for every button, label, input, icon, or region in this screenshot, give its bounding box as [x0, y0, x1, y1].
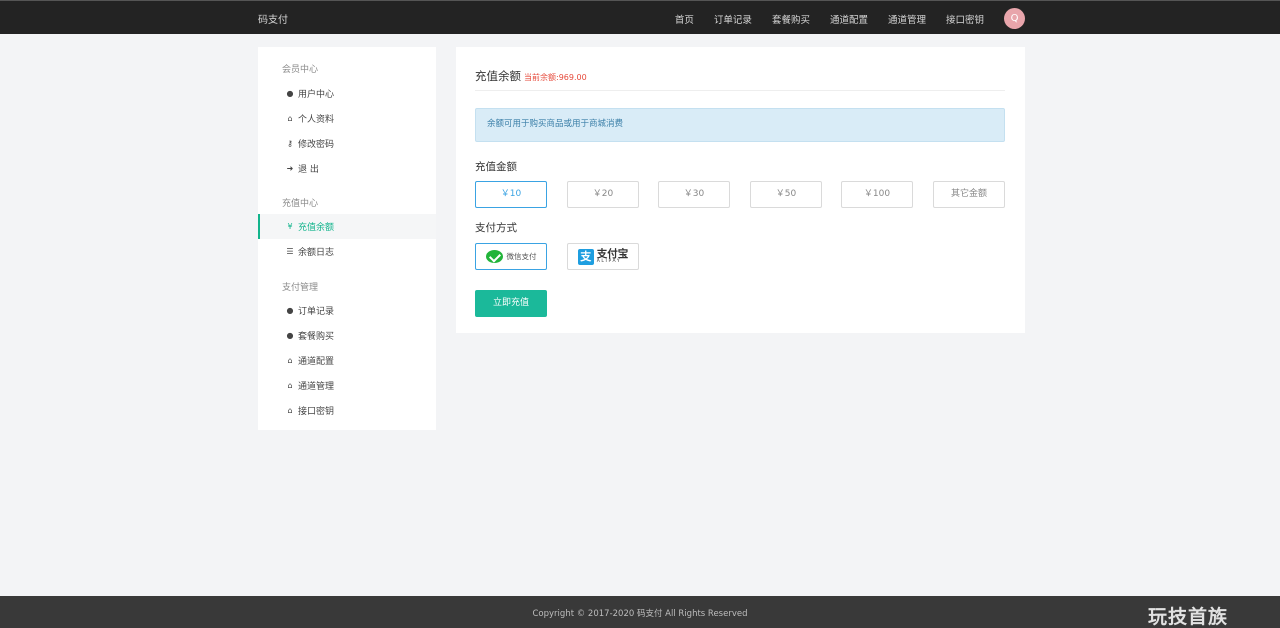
page-title-text: 充值余额	[475, 69, 521, 83]
sidebar-group-title: 充值中心	[282, 199, 319, 209]
sidebar-item-packages[interactable]: ● 套餐购买	[258, 323, 436, 348]
nav-channel-config[interactable]: 通道配置	[830, 12, 868, 26]
sidebar-item-logout[interactable]: ➜ 退 出	[258, 156, 436, 181]
nav-channel-manage[interactable]: 通道管理	[888, 12, 926, 26]
sidebar-item-label: 接口密钥	[298, 407, 335, 417]
amount-option-30[interactable]: ￥30	[658, 181, 730, 208]
divider	[475, 90, 1005, 91]
sidebar-item-profile[interactable]: ⌂ 个人资料	[258, 106, 436, 131]
sidebar-item-label: 通道配置	[298, 357, 335, 367]
sidebar-item-recharge[interactable]: ¥ 充值余额	[258, 214, 436, 239]
alipay-icon: 支	[577, 248, 594, 265]
sidebar-item-change-password[interactable]: ⚷ 修改密码	[258, 131, 436, 156]
sidebar-item-label: 用户中心	[298, 90, 335, 100]
pay-method-wechat[interactable]: 微信支付	[475, 243, 547, 270]
info-alert: 余额可用于购买商品或用于商城消费	[475, 108, 1005, 142]
top-navbar: 码支付 首页 订单记录 套餐购买 通道配置 通道管理 接口密钥 Q	[0, 0, 1280, 34]
nav-packages[interactable]: 套餐购买	[772, 12, 810, 26]
recharge-panel: 充值余额 当前余额:969.00 余额可用于购买商品或用于商城消费 充值金额 ￥1…	[456, 47, 1025, 333]
balance-note: 当前余额:969.00	[524, 73, 587, 82]
yen-icon: ¥	[287, 222, 293, 231]
lock-icon: ⌂	[287, 356, 293, 365]
list-icon: ☰	[286, 247, 294, 256]
alipay-wordmark: 支付宝 ALIPAY	[597, 249, 629, 264]
amount-option-other[interactable]: 其它金额	[933, 181, 1005, 208]
brand-logo[interactable]: 码支付	[258, 11, 288, 26]
sidebar-item-orders[interactable]: ● 订单记录	[258, 298, 436, 323]
sidebar-item-label: 退 出	[298, 165, 319, 175]
sidebar-item-balance-log[interactable]: ☰ 余额日志	[258, 239, 436, 264]
amount-label: 充值金额	[475, 161, 517, 173]
sidebar-item-label: 充值余额	[298, 223, 335, 233]
alipay-cn-label: 支付宝	[596, 248, 629, 260]
wechat-label: 微信支付	[506, 252, 537, 261]
amount-option-100[interactable]: ￥100	[841, 181, 913, 208]
lock-icon: ⌂	[287, 406, 293, 415]
page-title: 充值余额 当前余额:969.00	[475, 68, 587, 84]
sidebar-item-channel-config[interactable]: ⌂ 通道配置	[258, 348, 436, 373]
avatar[interactable]: Q	[1004, 8, 1025, 29]
sidebar-item-label: 个人资料	[298, 115, 335, 125]
nav-home[interactable]: 首页	[675, 12, 694, 26]
nav-api-key[interactable]: 接口密钥	[946, 12, 984, 26]
sidebar-item-label: 修改密码	[298, 140, 335, 150]
sidebar-item-label: 套餐购买	[298, 332, 335, 342]
sidebar-group-title: 会员中心	[282, 65, 319, 75]
wechat-icon	[485, 250, 503, 263]
sidebar-item-label: 通道管理	[298, 382, 335, 392]
nav-orders[interactable]: 订单记录	[714, 12, 752, 26]
footer: Copyright © 2017-2020 码支付 All Rights Res…	[0, 596, 1280, 628]
sidebar-item-api-key[interactable]: ⌂ 接口密钥	[258, 398, 436, 423]
watermark: 玩技首族	[1148, 606, 1229, 628]
pay-method-alipay[interactable]: 支 支付宝 ALIPAY	[567, 243, 639, 270]
sidebar-item-label: 订单记录	[298, 307, 335, 317]
sidebar-item-channel-manage[interactable]: ⌂ 通道管理	[258, 373, 436, 398]
submit-recharge-button[interactable]: 立即充值	[475, 290, 547, 317]
sidebar-item-user-center[interactable]: ● 用户中心	[258, 81, 436, 106]
lock-icon: ⌂	[287, 381, 293, 390]
amount-option-50[interactable]: ￥50	[750, 181, 822, 208]
sidebar: 会员中心 ● 用户中心 ⌂ 个人资料 ⚷ 修改密码 ➜ 退 出 充值中心 ¥ 充…	[258, 47, 436, 430]
sidebar-item-label: 余额日志	[298, 248, 335, 258]
key-icon: ⚷	[287, 139, 293, 148]
user-circle-icon: ●	[286, 89, 294, 98]
copyright: Copyright © 2017-2020 码支付 All Rights Res…	[532, 609, 748, 619]
lock-icon: ⌂	[287, 114, 293, 123]
sign-out-icon: ➜	[286, 164, 294, 173]
top-nav: 首页 订单记录 套餐购买 通道配置 通道管理 接口密钥	[675, 12, 984, 26]
sidebar-group-title: 支付管理	[282, 283, 319, 293]
user-circle-icon: ●	[286, 331, 294, 340]
amount-option-10[interactable]: ￥10	[475, 181, 547, 208]
user-circle-icon: ●	[286, 306, 294, 315]
alipay-en-label: ALIPAY	[596, 258, 622, 264]
amount-option-20[interactable]: ￥20	[567, 181, 639, 208]
pay-method-label: 支付方式	[475, 222, 517, 234]
